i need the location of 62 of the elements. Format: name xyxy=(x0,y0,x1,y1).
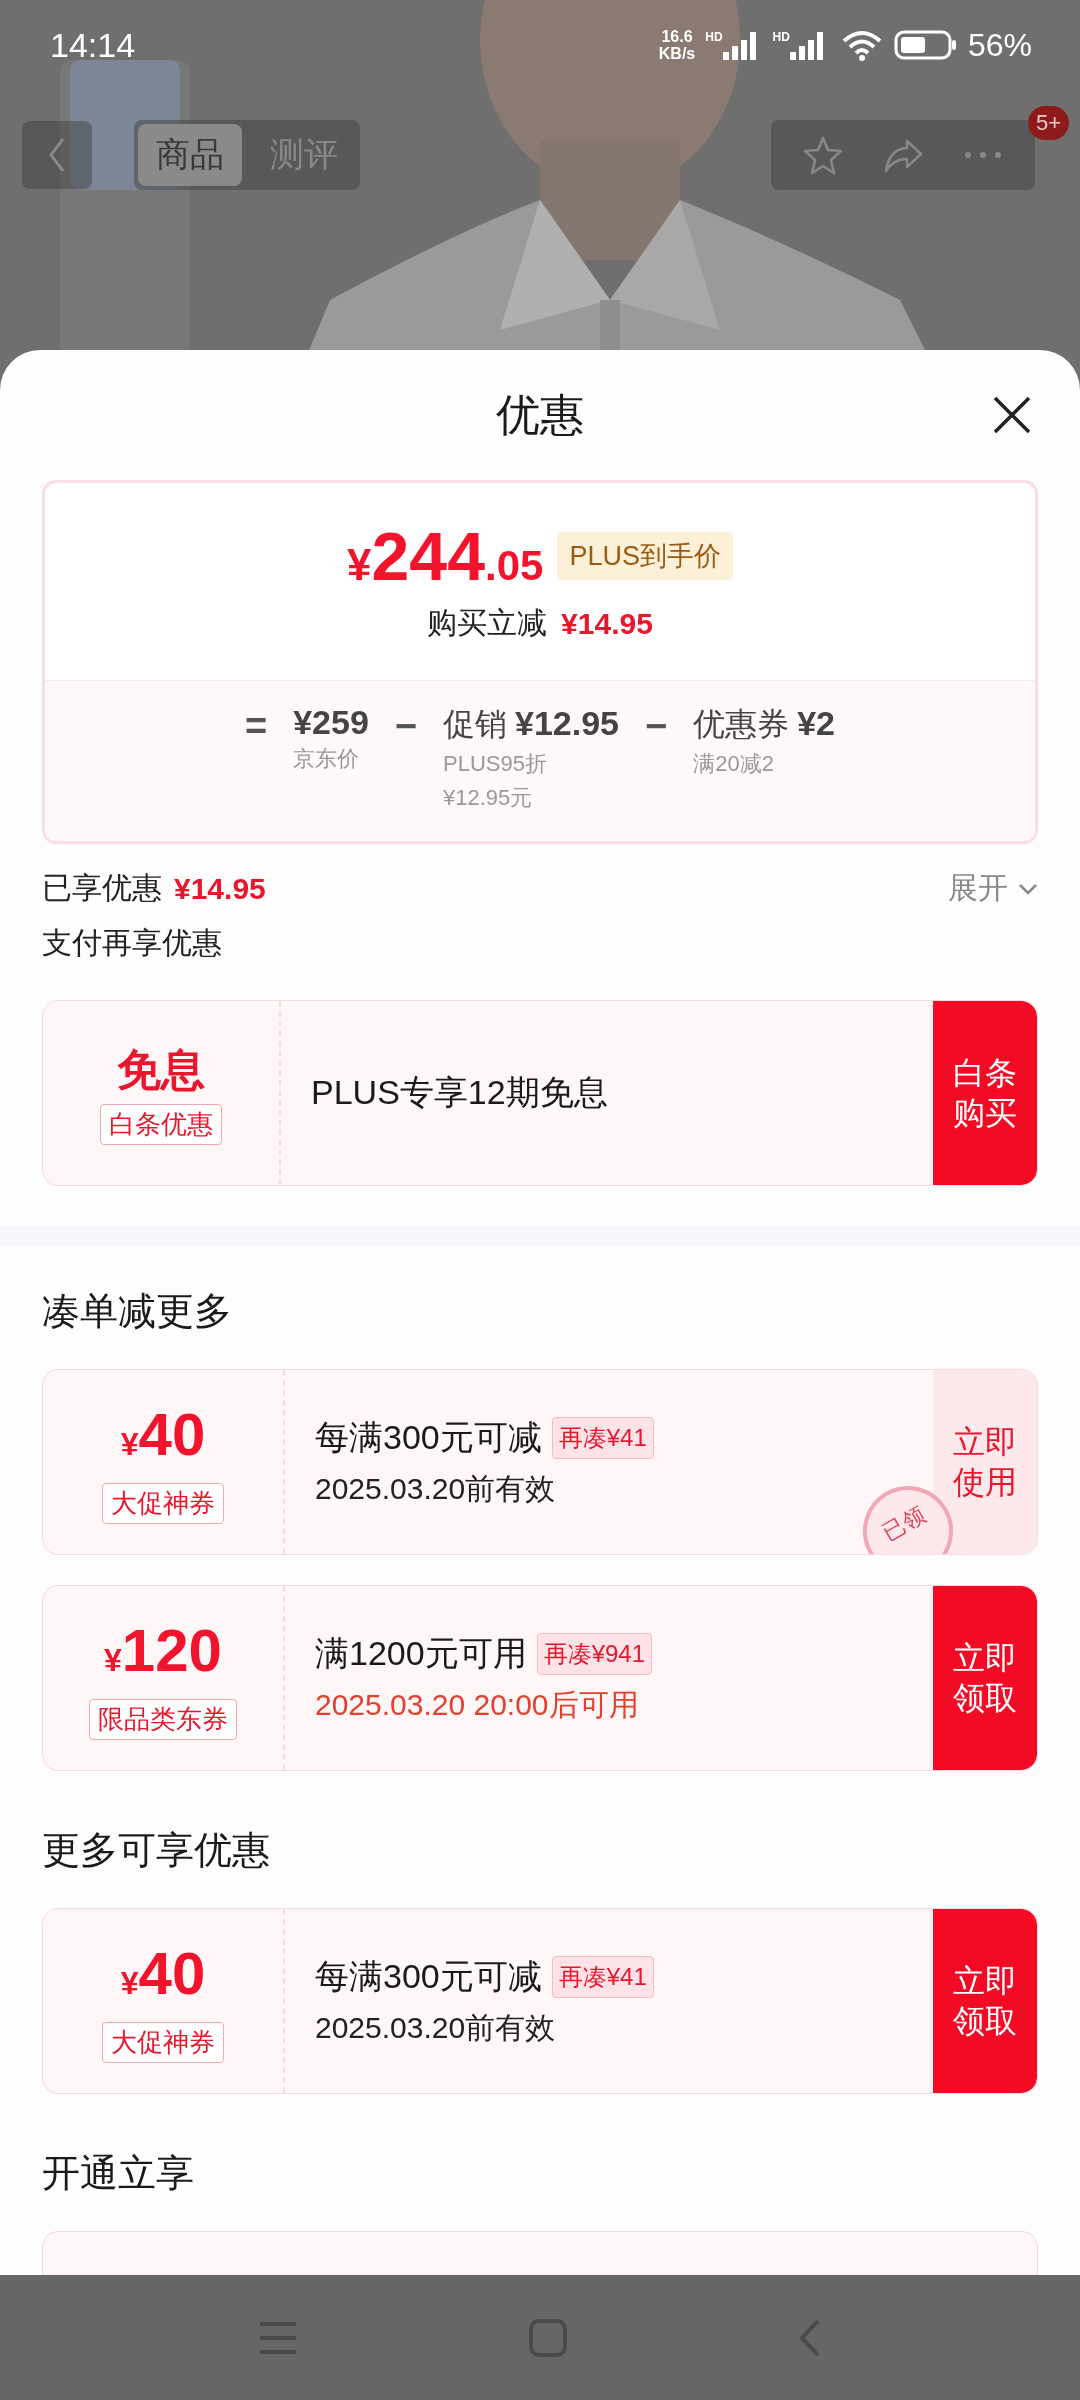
coupon-tag: 大促神券 xyxy=(102,1483,224,1524)
coupon-amount: ¥40 xyxy=(120,1939,206,2009)
remaining-badge: 再凑¥41 xyxy=(551,1416,654,1459)
price-item-label: 促销 xyxy=(443,705,507,744)
discount-amount: ¥14.95 xyxy=(561,606,653,641)
chevron-down-icon xyxy=(1018,882,1038,895)
network-speed: 16.6 KB/s xyxy=(658,28,696,62)
coupon-amount: ¥120 xyxy=(104,1616,222,1686)
sheet-title: 优惠 xyxy=(496,388,584,441)
coupon-validity: 2025.03.20前有效 xyxy=(315,2009,557,2046)
clock-time: 14:14 xyxy=(50,25,136,65)
price-badge: PLUS到手价 xyxy=(557,532,733,580)
back-icon xyxy=(47,137,67,173)
star-icon xyxy=(803,135,843,175)
price-item-note: ¥12.95元 xyxy=(443,784,534,812)
price-item-note: 满20减2 xyxy=(693,750,775,778)
price-item-amount: ¥2 xyxy=(797,704,836,743)
expand-toggle[interactable]: 展开 xyxy=(948,868,1038,909)
back-button[interactable] xyxy=(22,121,92,189)
price-item-amount: ¥259 xyxy=(293,703,369,742)
coupon-condition: 满1200元可用 xyxy=(315,1632,527,1674)
coupon-condition: 每满300元可减 xyxy=(315,1955,542,1997)
savings-label: 已享优惠 xyxy=(42,870,162,906)
buy-button[interactable]: 白条购买 xyxy=(933,1001,1037,1185)
coupon-button[interactable]: 立即领取 xyxy=(933,1909,1037,2093)
operator-sign: = xyxy=(244,704,268,749)
offer-tag: 白条优惠 xyxy=(100,1104,222,1145)
more-icon xyxy=(963,150,1003,160)
operator-sign: − xyxy=(645,704,668,749)
price-item-label: 优惠券 xyxy=(693,705,790,744)
network-label: HD xyxy=(705,30,723,44)
coupon-button[interactable]: 立即使用 xyxy=(933,1370,1037,1554)
price-item-amount: ¥12.95 xyxy=(515,704,619,743)
section-subtitle: 支付再享优惠 xyxy=(42,925,223,961)
coupon-tag: 限品类东券 xyxy=(89,1699,237,1740)
tab[interactable]: 商品 xyxy=(138,124,242,186)
close-icon xyxy=(992,395,1032,435)
coupon-button[interactable]: 立即领取 xyxy=(933,1586,1037,1770)
offer-title: PLUS专享12期免息 xyxy=(311,1072,609,1113)
price-item-note: PLUS95折 xyxy=(443,750,548,778)
price-item-note: 京东价 xyxy=(293,745,361,773)
section-title: 开通立享 xyxy=(42,2151,195,2196)
coupon-condition: 每满300元可减 xyxy=(315,1416,542,1458)
battery-level: 56% xyxy=(967,26,1032,64)
coupon-tag: 大促神券 xyxy=(102,2022,224,2063)
final-price: ¥244.05 xyxy=(347,517,544,595)
offer-headline: 免息 xyxy=(117,1044,205,1096)
section-title: 更多可享优惠 xyxy=(42,1828,271,1873)
back-icon xyxy=(798,2317,822,2358)
coupon-validity: 2025.03.20前有效 xyxy=(315,1470,557,1507)
home-icon xyxy=(528,2317,568,2358)
remaining-badge: 再凑¥41 xyxy=(551,1955,654,1998)
remaining-badge: 再凑¥941 xyxy=(536,1632,653,1675)
battery-icon xyxy=(893,29,958,61)
coupon-validity: 2025.03.20 20:00后可用 xyxy=(315,1686,640,1723)
network-label: HD xyxy=(772,30,790,44)
savings-amount: ¥14.95 xyxy=(174,871,266,906)
operator-sign: − xyxy=(394,704,417,749)
discount-label: 购买立减 xyxy=(427,605,548,641)
menu-icon xyxy=(258,2319,298,2356)
coupon-amount: ¥40 xyxy=(120,1400,206,1470)
section-title: 凑单减更多 xyxy=(42,1289,233,1334)
